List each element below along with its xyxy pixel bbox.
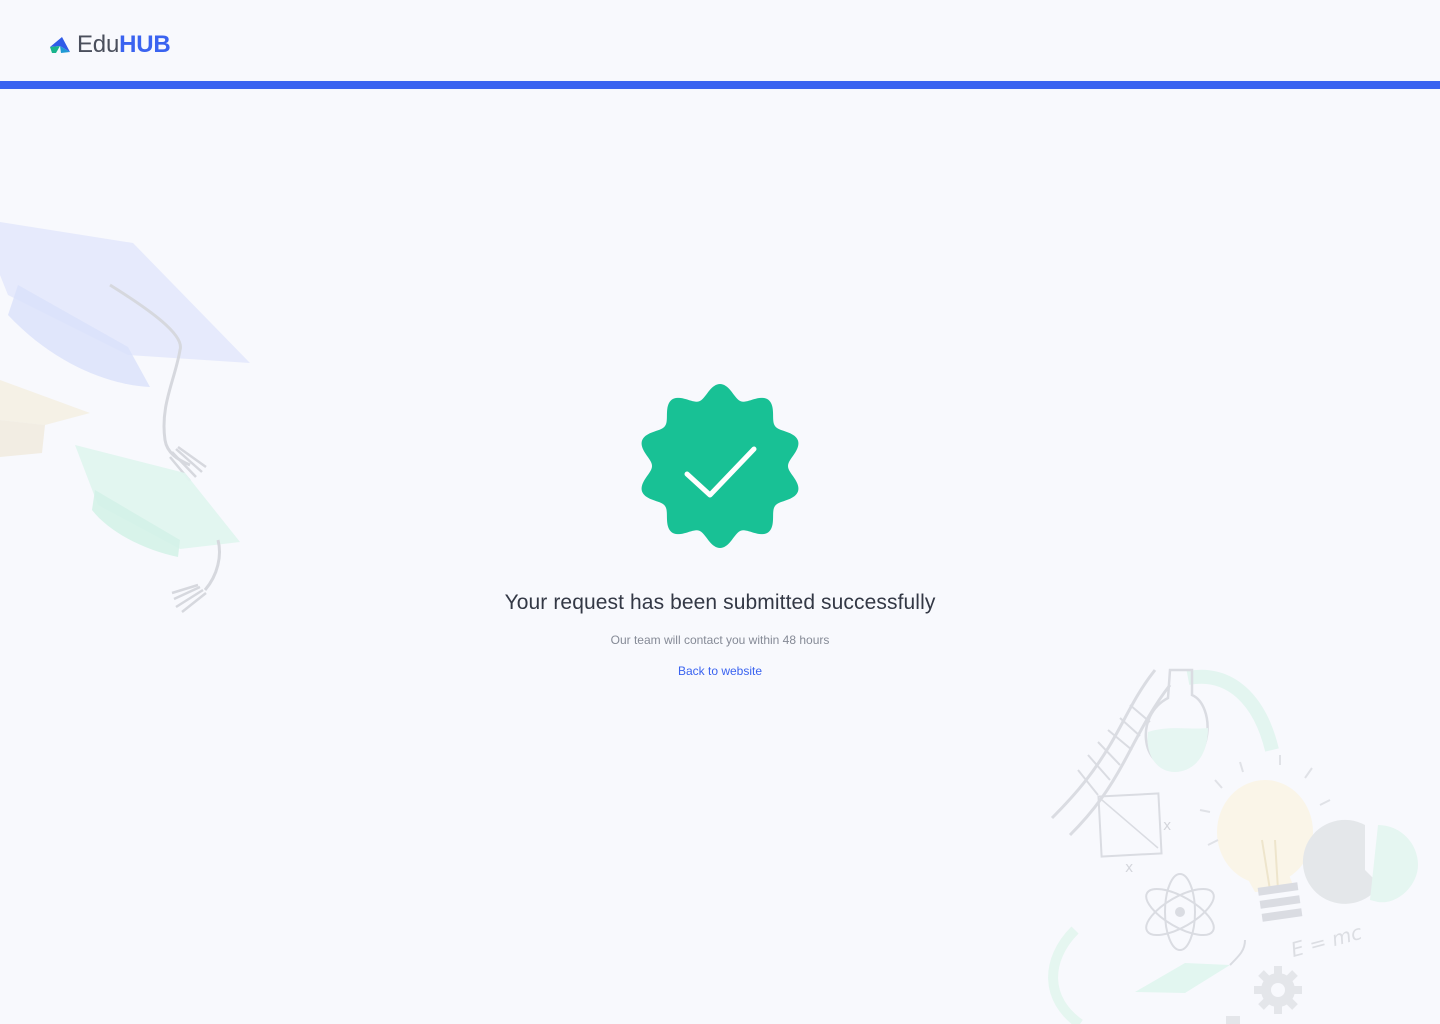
back-to-website-link[interactable]: Back to website [620, 662, 820, 680]
svg-text:x: x [1163, 818, 1171, 834]
verified-check-badge-icon [641, 384, 799, 548]
science-doodles-illustration: x x E = mc [1048, 668, 1418, 1024]
confirmation-subtitle: Our team will contact you within 48 hour… [610, 633, 830, 647]
confirmation-title: Your request has been submitted successf… [504, 591, 936, 614]
logo-hub-text: HUB [119, 31, 171, 58]
graduation-arrow-icon [50, 37, 70, 53]
header-accent-bar [0, 81, 1440, 89]
logo-text: EduHUB [77, 31, 171, 59]
logo-edu-text: Edu [77, 31, 120, 58]
top-header: EduHUB [0, 0, 1440, 81]
graduation-caps-illustration [0, 222, 250, 613]
svg-text:x: x [1125, 860, 1133, 876]
eduhub-logo[interactable]: EduHUB [49, 31, 171, 59]
formula-text: E = mc [1288, 920, 1364, 962]
